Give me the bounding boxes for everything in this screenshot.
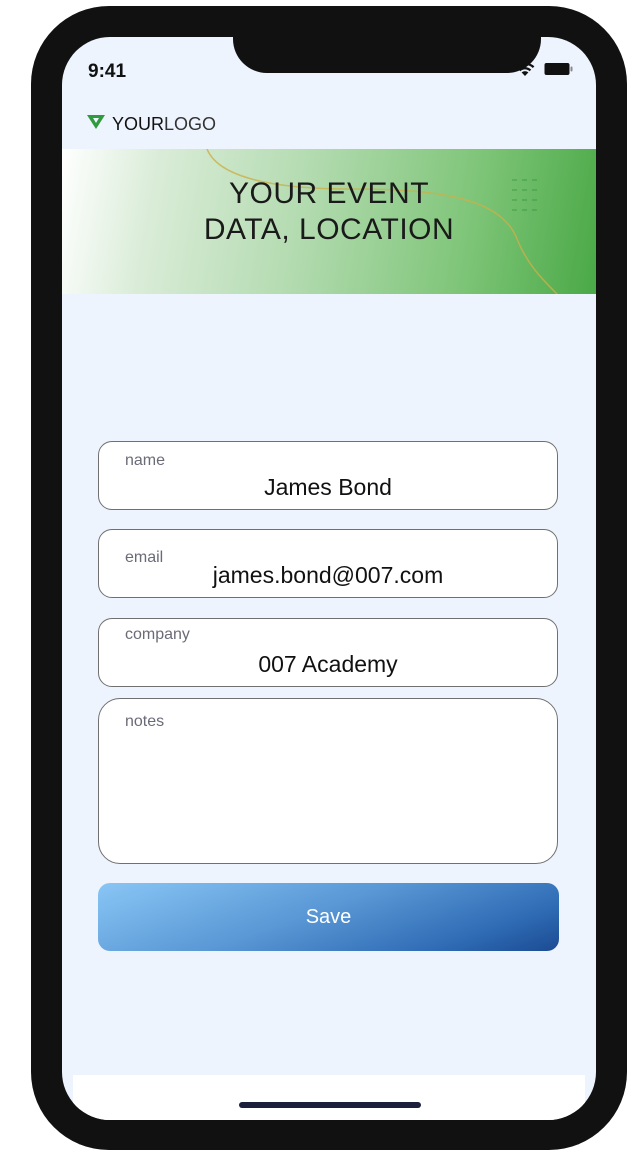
company-field-label: company [125,626,190,643]
status-icons [514,61,574,82]
name-field-label: name [125,452,166,469]
banner-title: YOUR EVENT DATA, LOCATION [62,176,596,248]
wifi-icon [514,61,536,82]
name-field-value[interactable]: James Bond [99,474,557,501]
name-field[interactable]: name James Bond [98,441,558,510]
phone-notch [233,37,541,73]
notes-field[interactable]: notes [98,698,558,864]
email-field-value[interactable]: james.bond@007.com [99,562,557,589]
battery-icon [544,62,574,81]
notes-field-label: notes [125,713,165,730]
brand-logo: YOURLOGO [86,114,216,135]
app-screen: 9:41 YOURLOGO YOUR EVENT DATA, LOCATION … [62,37,596,1120]
company-field-value[interactable]: 007 Academy [99,651,557,678]
logo-text-light: LOGO [164,114,217,134]
home-indicator[interactable] [239,1102,421,1108]
save-button[interactable]: Save [98,883,559,951]
banner-title-line1: YOUR EVENT [228,177,430,210]
logo-text-bold: YOUR [112,114,165,134]
banner-title-line2: DATA, LOCATION [203,213,455,246]
email-field[interactable]: email james.bond@007.com [98,529,558,598]
bottom-safe-area [73,1075,585,1120]
company-field[interactable]: company 007 Academy [98,618,558,687]
status-time: 9:41 [88,61,127,82]
event-banner: YOUR EVENT DATA, LOCATION [62,149,596,294]
logo-v-icon [86,114,106,135]
